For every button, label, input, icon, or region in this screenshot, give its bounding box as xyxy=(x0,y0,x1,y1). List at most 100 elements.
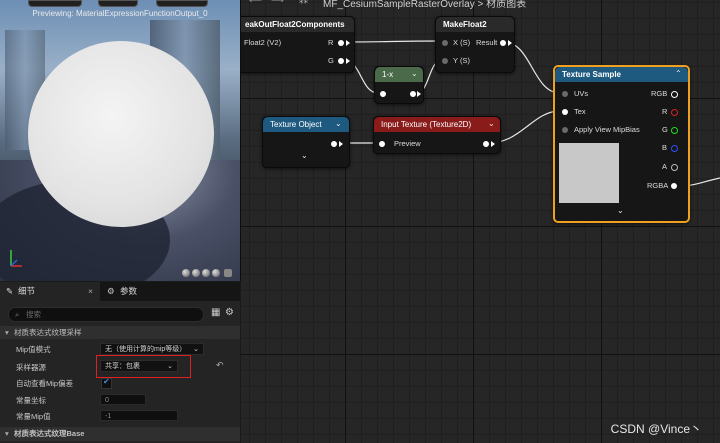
viewport-toolbar-chip[interactable] xyxy=(28,0,82,7)
pin-g-output[interactable] xyxy=(338,58,344,64)
out-b-label: B xyxy=(662,143,668,152)
out-a-label: A xyxy=(662,162,668,171)
preview-shape-cylinder-icon[interactable] xyxy=(202,269,210,277)
preview-viewport[interactable]: Previewing: MaterialExpressionFunctionOu… xyxy=(0,0,241,281)
preview-shape-plane-icon[interactable] xyxy=(212,269,220,277)
material-graph[interactable]: ⟵ ⟶ ⁂ MF_CesiumSampleRasterOverlay > 材质图… xyxy=(241,0,720,443)
collapse-arrow-icon: ▾ xyxy=(5,328,9,337)
pin-uvs-input[interactable] xyxy=(562,91,568,97)
pin-preview-input[interactable] xyxy=(379,141,385,147)
const-mip-input[interactable]: -1 xyxy=(100,410,178,421)
pin-r-label: R xyxy=(328,38,334,47)
pin-arrow-icon xyxy=(491,141,495,147)
sampler-source-dropdown[interactable]: 共享：包裹 ⌄ xyxy=(100,360,178,372)
pin-result-output[interactable] xyxy=(500,40,506,46)
details-search-input[interactable]: ⌕ 搜索 xyxy=(8,307,204,322)
out-g-label: G xyxy=(662,125,668,134)
node-title: Texture Sample xyxy=(555,67,688,82)
pin-input[interactable] xyxy=(380,91,386,97)
pin-x-input[interactable] xyxy=(442,40,448,46)
pin-arrow-icon xyxy=(339,141,343,147)
sampler-source-value: 共享：包裹 xyxy=(105,363,140,370)
out-r-pin[interactable] xyxy=(671,109,678,116)
node-title: Input Texture (Texture2D) xyxy=(374,117,500,132)
pin-output[interactable] xyxy=(483,141,489,147)
collapse-arrow-icon: ▾ xyxy=(5,429,9,438)
auto-mip-checkbox[interactable]: ✔ xyxy=(101,377,112,389)
pin-x-label: X (S) xyxy=(453,38,471,47)
pin-r-output[interactable] xyxy=(338,40,344,46)
chevron-down-icon[interactable]: ⌄ xyxy=(488,119,495,128)
pin-preview-label: Preview xyxy=(394,139,421,148)
mip-mode-value: 无（使用计算的mip等级） xyxy=(105,346,187,353)
close-tab-icon[interactable]: × xyxy=(88,282,93,301)
out-g-pin[interactable] xyxy=(671,127,678,134)
table-view-icon[interactable]: ▦ xyxy=(211,307,220,318)
preview-shape-sphere-icon[interactable] xyxy=(182,269,190,277)
sampler-source-label: 采样器源 xyxy=(16,363,46,372)
texture-preview-thumbnail xyxy=(559,143,619,203)
axis-gizmo-icon xyxy=(10,250,22,267)
node-title: MakeFloat2 xyxy=(436,17,514,32)
const-mip-value: -1 xyxy=(105,413,112,420)
chevron-down-icon: ⌄ xyxy=(193,346,199,353)
section-texture-base[interactable]: ▾ 材质表达式纹理Base xyxy=(0,427,240,441)
const-mip-label: 常量Mip值 xyxy=(16,412,51,421)
checkmark-icon: ✔ xyxy=(103,377,110,386)
section-texture-sample[interactable]: ▾ 材质表达式纹理采样 xyxy=(0,326,240,339)
chevron-down-icon[interactable]: ⌄ xyxy=(335,119,342,128)
preview-shape-custom-icon[interactable] xyxy=(224,269,232,277)
out-rgba-label: RGBA xyxy=(647,181,669,190)
out-rgba-pin[interactable] xyxy=(671,183,677,189)
out-r-label: R xyxy=(662,107,668,116)
search-icon: ⌕ xyxy=(15,310,20,319)
pin-g-label: G xyxy=(328,56,334,65)
preview-sphere xyxy=(28,41,214,227)
preview-shape-cube-icon[interactable] xyxy=(192,269,200,277)
details-tabbar: ✎ 细节 × ⚙ 参数 xyxy=(0,282,240,301)
const-coord-input[interactable]: 0 xyxy=(100,394,146,405)
node-input-texture[interactable]: Input Texture (Texture2D) ⌄ Preview xyxy=(373,116,501,154)
section-title: 材质表达式纹理采样 xyxy=(14,328,82,337)
out-rgb-label: RGB xyxy=(651,89,668,98)
chevron-down-icon[interactable]: ⌄ xyxy=(411,69,418,78)
pin-mipbias-label: Apply View MipBias xyxy=(574,125,640,134)
details-panel: ✎ 细节 × ⚙ 参数 ⌕ 搜索 ▦ ⚙ ▾ 材质表达式纹理采样 Mip值模式 … xyxy=(0,282,240,443)
out-a-pin[interactable] xyxy=(671,164,678,171)
mip-mode-label: Mip值模式 xyxy=(16,345,51,354)
node-texture-sample[interactable]: Texture Sample ⌃ UVs Tex Apply View MipB… xyxy=(553,65,690,223)
pin-arrow-icon xyxy=(417,91,421,97)
pin-tex-input[interactable] xyxy=(562,109,568,115)
tab-params[interactable]: ⚙ 参数 xyxy=(104,282,164,301)
pin-output[interactable] xyxy=(410,91,416,97)
pin-y-label: Y (S) xyxy=(453,56,470,65)
out-rgb-pin[interactable] xyxy=(671,91,678,98)
tab-details[interactable]: ✎ 细节 × xyxy=(0,282,100,301)
chevron-up-icon[interactable]: ⌃ xyxy=(675,69,682,78)
node-breakout-float2[interactable]: eakOutFloat2Components Float2 (V2) R G xyxy=(241,16,355,73)
node-makefloat2[interactable]: MakeFloat2 X (S) Result Y (S) xyxy=(435,16,515,73)
pin-y-input[interactable] xyxy=(442,58,448,64)
expand-chevron-icon[interactable]: ⌄ xyxy=(617,206,624,215)
viewport-toolbar-chip[interactable] xyxy=(156,0,208,7)
node-one-minus[interactable]: 1-x ⌄ xyxy=(374,66,424,104)
node-texture-object[interactable]: Texture Object ⌄ ⌄ xyxy=(262,116,350,168)
viewport-toolbar-chip[interactable] xyxy=(98,0,138,7)
section-title: 材质表达式纹理Base xyxy=(14,429,85,438)
sliders-icon: ⚙ xyxy=(107,286,115,296)
mip-mode-dropdown[interactable]: 无（使用计算的mip等级） ⌄ xyxy=(100,343,204,355)
pin-arrow-icon xyxy=(508,40,512,46)
reset-arrow-icon[interactable]: ↶ xyxy=(216,360,224,371)
expand-chevron-icon[interactable]: ⌄ xyxy=(301,151,308,160)
gear-icon[interactable]: ⚙ xyxy=(225,307,234,318)
pin-arrow-icon xyxy=(346,40,350,46)
pencil-icon: ✎ xyxy=(6,286,14,296)
chevron-down-icon: ⌄ xyxy=(167,363,173,370)
pin-texture-output[interactable] xyxy=(331,141,337,147)
pin-mipbias-input[interactable] xyxy=(562,127,568,133)
pin-arrow-icon xyxy=(346,58,350,64)
const-coord-value: 0 xyxy=(105,397,109,404)
auto-mip-label: 自动查看Mip偏差 xyxy=(16,379,74,388)
out-b-pin[interactable] xyxy=(671,145,678,152)
pin-float2-label: Float2 (V2) xyxy=(244,38,282,47)
